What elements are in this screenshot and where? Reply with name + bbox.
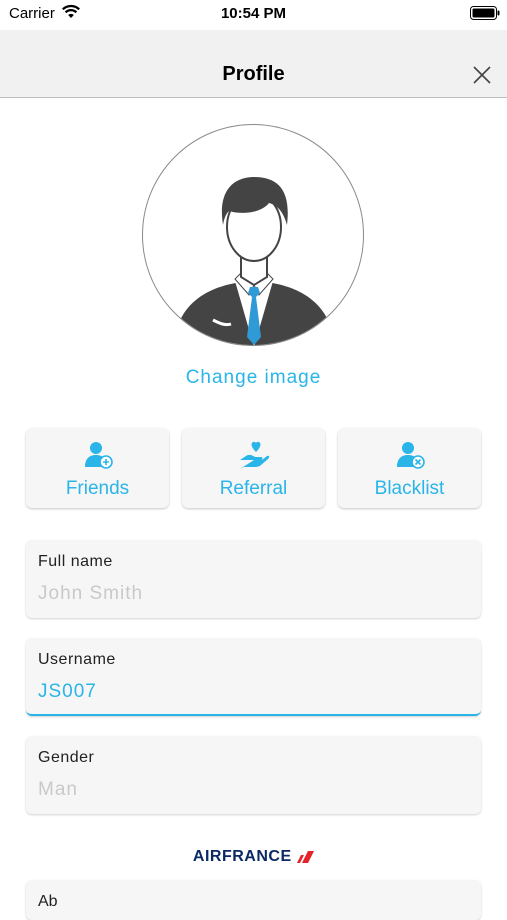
heart-hand-icon	[182, 440, 325, 475]
username-label: Username	[38, 651, 116, 668]
profile-avatar[interactable]	[142, 124, 364, 346]
referral-button[interactable]: Referral	[182, 428, 325, 508]
friends-label: Friends	[65, 478, 130, 499]
full-name-value[interactable]: John Smith	[38, 583, 143, 605]
page-title: Profile	[222, 63, 285, 85]
blacklist-button[interactable]: Blacklist	[338, 428, 481, 508]
close-button[interactable]	[470, 63, 494, 87]
friends-button[interactable]: Friends	[26, 428, 169, 508]
change-image-link[interactable]: Change image	[0, 367, 507, 389]
businessman-avatar-icon	[173, 177, 335, 345]
status-time: 10:54 PM	[220, 5, 287, 22]
partial-field-label: Ab	[38, 893, 58, 910]
referral-label: Referral	[219, 478, 288, 499]
remove-user-icon	[338, 440, 481, 475]
partial-field[interactable]: Ab	[26, 880, 481, 920]
username-field[interactable]: Username JS007	[26, 638, 481, 716]
status-bar: Carrier 10:54 PM	[0, 0, 507, 30]
close-icon	[473, 66, 491, 84]
username-value[interactable]: JS007	[38, 681, 97, 703]
full-name-field[interactable]: Full name John Smith	[26, 540, 481, 618]
gender-field[interactable]: Gender Man	[26, 736, 481, 814]
airfrance-stripe-icon	[297, 850, 315, 863]
battery-icon	[470, 6, 500, 25]
airfrance-logo: AIRFRANCE	[0, 848, 507, 866]
full-name-label: Full name	[38, 553, 113, 570]
gender-value[interactable]: Man	[38, 779, 78, 801]
blacklist-label: Blacklist	[374, 478, 445, 499]
gender-label: Gender	[38, 749, 95, 766]
airfrance-logo-text: AIRFRANCE	[192, 848, 292, 865]
add-user-icon	[26, 440, 169, 475]
navigation-bar: Profile	[0, 30, 507, 98]
